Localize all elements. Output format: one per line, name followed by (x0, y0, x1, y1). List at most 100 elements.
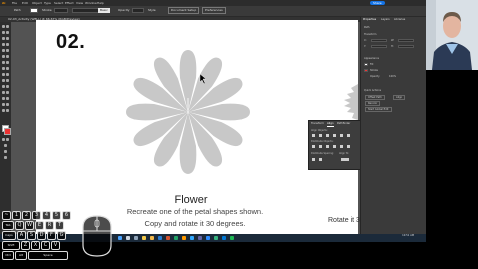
edge-icon[interactable] (214, 236, 218, 240)
tab-pathfinder[interactable]: Pathfinder (337, 122, 350, 126)
paintbrush-tool-icon[interactable] (6, 49, 9, 52)
draw-mode-icon[interactable] (4, 144, 7, 147)
flower-illustration[interactable] (126, 48, 250, 176)
color-mode-icon[interactable] (2, 138, 5, 141)
brush-definition[interactable]: Basic (98, 8, 110, 13)
outlook-icon[interactable] (222, 236, 226, 240)
pen-tool-icon[interactable] (2, 37, 5, 40)
offset-path-button[interactable]: Offset Path (365, 95, 385, 100)
photoshop-icon[interactable] (190, 236, 194, 240)
start-global-edit-button[interactable]: Start Global Edit (365, 107, 392, 112)
stroke-swatch[interactable] (4, 128, 11, 135)
align-top-icon[interactable] (333, 134, 336, 137)
eraser-tool-icon[interactable] (2, 61, 5, 64)
line-tool-icon[interactable] (6, 43, 9, 46)
align-to-dropdown[interactable] (341, 158, 349, 161)
recolor-button[interactable]: Recolor (365, 101, 381, 106)
zoom-icon[interactable] (206, 236, 210, 240)
spotify-icon[interactable] (230, 236, 234, 240)
blend-tool-icon[interactable] (6, 91, 9, 94)
align-button[interactable]: Align (393, 95, 406, 100)
scissors-tool-icon[interactable] (6, 61, 9, 64)
powerpoint-icon[interactable] (166, 236, 170, 240)
variable-width-dropdown[interactable] (72, 8, 100, 13)
distribute-vcenter-icon[interactable] (319, 145, 322, 148)
align-right-icon[interactable] (326, 134, 329, 137)
tab-properties[interactable]: Properties (363, 18, 376, 22)
zoom-tool-icon[interactable] (6, 109, 9, 112)
eyedropper-tool-icon[interactable] (2, 91, 5, 94)
file-explorer-icon[interactable] (150, 236, 154, 240)
fill-color-swatch[interactable] (30, 8, 38, 13)
align-left-icon[interactable] (312, 134, 315, 137)
rotate-tool-icon[interactable] (2, 67, 5, 70)
distribute-hcenter-icon[interactable] (340, 145, 343, 148)
mesh-tool-icon[interactable] (2, 85, 5, 88)
teams-icon[interactable] (198, 236, 202, 240)
shaper-tool-icon[interactable] (2, 55, 5, 58)
stroke-weight-field[interactable] (54, 8, 68, 13)
lasso-tool-icon[interactable] (6, 31, 9, 34)
illustrator-icon[interactable] (182, 236, 186, 240)
excel-icon[interactable] (174, 236, 178, 240)
tab-layers[interactable]: Layers (381, 18, 390, 22)
document-setup-button[interactable]: Document Setup (168, 7, 200, 14)
align-vcenter-icon[interactable] (340, 134, 343, 137)
share-button[interactable]: Share (370, 1, 385, 5)
width-tool-icon[interactable] (2, 73, 5, 76)
key-2: 2 (22, 211, 31, 220)
opacity-field[interactable] (132, 8, 144, 13)
symbol-sprayer-tool-icon[interactable] (2, 97, 5, 100)
direct-selection-tool-icon[interactable] (6, 25, 9, 28)
distribute-top-icon[interactable] (312, 145, 315, 148)
rectangle-tool-icon[interactable] (2, 49, 5, 52)
fill-swatch-props[interactable] (364, 63, 368, 66)
gradient-tool-icon[interactable] (6, 85, 9, 88)
key-alt: Alt (15, 251, 27, 260)
perspective-grid-tool-icon[interactable] (6, 79, 9, 82)
distribute-bottom-icon[interactable] (326, 145, 329, 148)
key-f: F (47, 231, 56, 240)
slice-tool-icon[interactable] (6, 103, 9, 106)
screen-mode-icon[interactable] (4, 150, 7, 153)
artboard-tool-icon[interactable] (2, 103, 5, 106)
hand-tool-icon[interactable] (2, 109, 5, 112)
style-label: Style (148, 8, 156, 12)
x-field[interactable] (371, 39, 387, 42)
edit-toolbar-icon[interactable] (4, 156, 7, 159)
tab-transform[interactable]: Transform (311, 122, 324, 126)
key-tilde: ~ (2, 211, 11, 220)
opacity-label: Opacity (118, 8, 130, 12)
gradient-mode-icon[interactable] (6, 138, 9, 141)
pencil-tool-icon[interactable] (6, 55, 9, 58)
side-instruction: Rotate it 3 (328, 217, 360, 224)
align-bottom-icon[interactable] (347, 134, 350, 137)
tab-align[interactable]: Align (327, 122, 334, 127)
y-field[interactable] (371, 45, 387, 48)
selection-tool-icon[interactable] (2, 25, 5, 28)
chrome-icon[interactable] (142, 236, 146, 240)
tab-libraries[interactable]: Libraries (394, 18, 405, 22)
scale-tool-icon[interactable] (6, 67, 9, 70)
system-clock[interactable]: 10:51 AM (402, 234, 414, 238)
properties-panel: Properties Layers Libraries Path Transfo… (360, 17, 426, 234)
h-field[interactable] (398, 45, 414, 48)
align-hcenter-icon[interactable] (319, 134, 322, 137)
magic-wand-tool-icon[interactable] (2, 31, 5, 34)
task-view-icon[interactable] (134, 236, 138, 240)
vertical-spacing-icon[interactable] (312, 158, 315, 161)
free-transform-tool-icon[interactable] (6, 73, 9, 76)
opacity-value-props[interactable]: 100% (389, 75, 396, 78)
stroke-swatch-props[interactable] (364, 69, 368, 72)
distribute-left-icon[interactable] (333, 145, 336, 148)
curvature-tool-icon[interactable] (6, 37, 9, 40)
w-field[interactable] (398, 39, 414, 42)
graph-tool-icon[interactable] (6, 97, 9, 100)
preferences-button[interactable]: Preferences (202, 7, 226, 14)
type-tool-icon[interactable] (2, 43, 5, 46)
word-icon[interactable] (158, 236, 162, 240)
webcam-feed (426, 0, 478, 70)
distribute-right-icon[interactable] (347, 145, 350, 148)
shape-builder-tool-icon[interactable] (2, 79, 5, 82)
horizontal-spacing-icon[interactable] (319, 158, 322, 161)
